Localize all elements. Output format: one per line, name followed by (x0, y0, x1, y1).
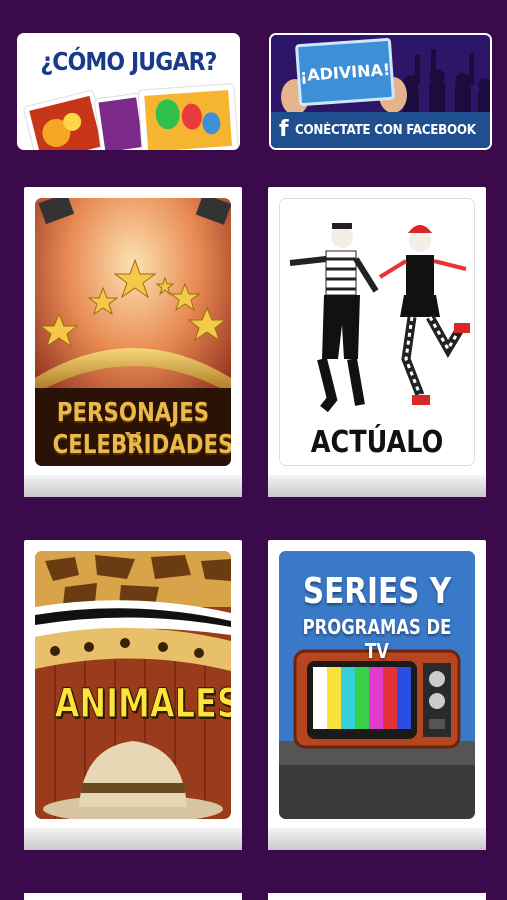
facebook-connect-label: CONÉCTATE CON FACEBOOK (294, 122, 476, 138)
tv-series-label-line1: SERIES Y (302, 571, 452, 612)
guess-sign: ¡ADIVINA! (294, 37, 396, 107)
card-footer (268, 475, 486, 497)
category-card-animals[interactable]: ANIMALES (24, 540, 242, 850)
how-to-play-card[interactable]: ¿CÓMO JUGAR? (17, 33, 240, 150)
category-card-celebrities[interactable]: PERSONAJES Y CELEBRIDADES (24, 187, 242, 497)
category-card-next-right[interactable] (268, 893, 486, 900)
category-card-act-it-out[interactable]: ACTÚALO (268, 187, 486, 497)
category-card-tv-series[interactable]: SERIES Y PROGRAMAS DE TV (268, 540, 486, 850)
celebrities-art: PERSONAJES Y CELEBRIDADES (35, 198, 231, 466)
card-footer (24, 828, 242, 850)
facebook-connect-button[interactable]: f CONÉCTATE CON FACEBOOK (271, 112, 490, 148)
card-footer (268, 828, 486, 850)
how-to-play-title: ¿CÓMO JUGAR? (40, 47, 217, 76)
celebrities-label-line2: CELEBRIDADES (52, 430, 231, 460)
guess-sign-text: ¡ADIVINA! (299, 59, 391, 85)
tv-series-art: SERIES Y PROGRAMAS DE TV (279, 551, 475, 819)
tv-series-label-line2: PROGRAMAS DE TV (302, 615, 452, 663)
act-it-out-art: ACTÚALO (279, 198, 475, 466)
facebook-connect-card[interactable]: ¡ADIVINA! f CONÉCTATE CON FACEBOOK (269, 33, 492, 150)
facebook-icon: f (279, 117, 289, 142)
act-it-out-label: ACTÚALO (310, 425, 444, 460)
animals-art: ANIMALES (35, 551, 231, 819)
category-card-next-left[interactable] (24, 893, 242, 900)
animals-label: ANIMALES (54, 681, 231, 728)
card-footer (24, 475, 242, 497)
